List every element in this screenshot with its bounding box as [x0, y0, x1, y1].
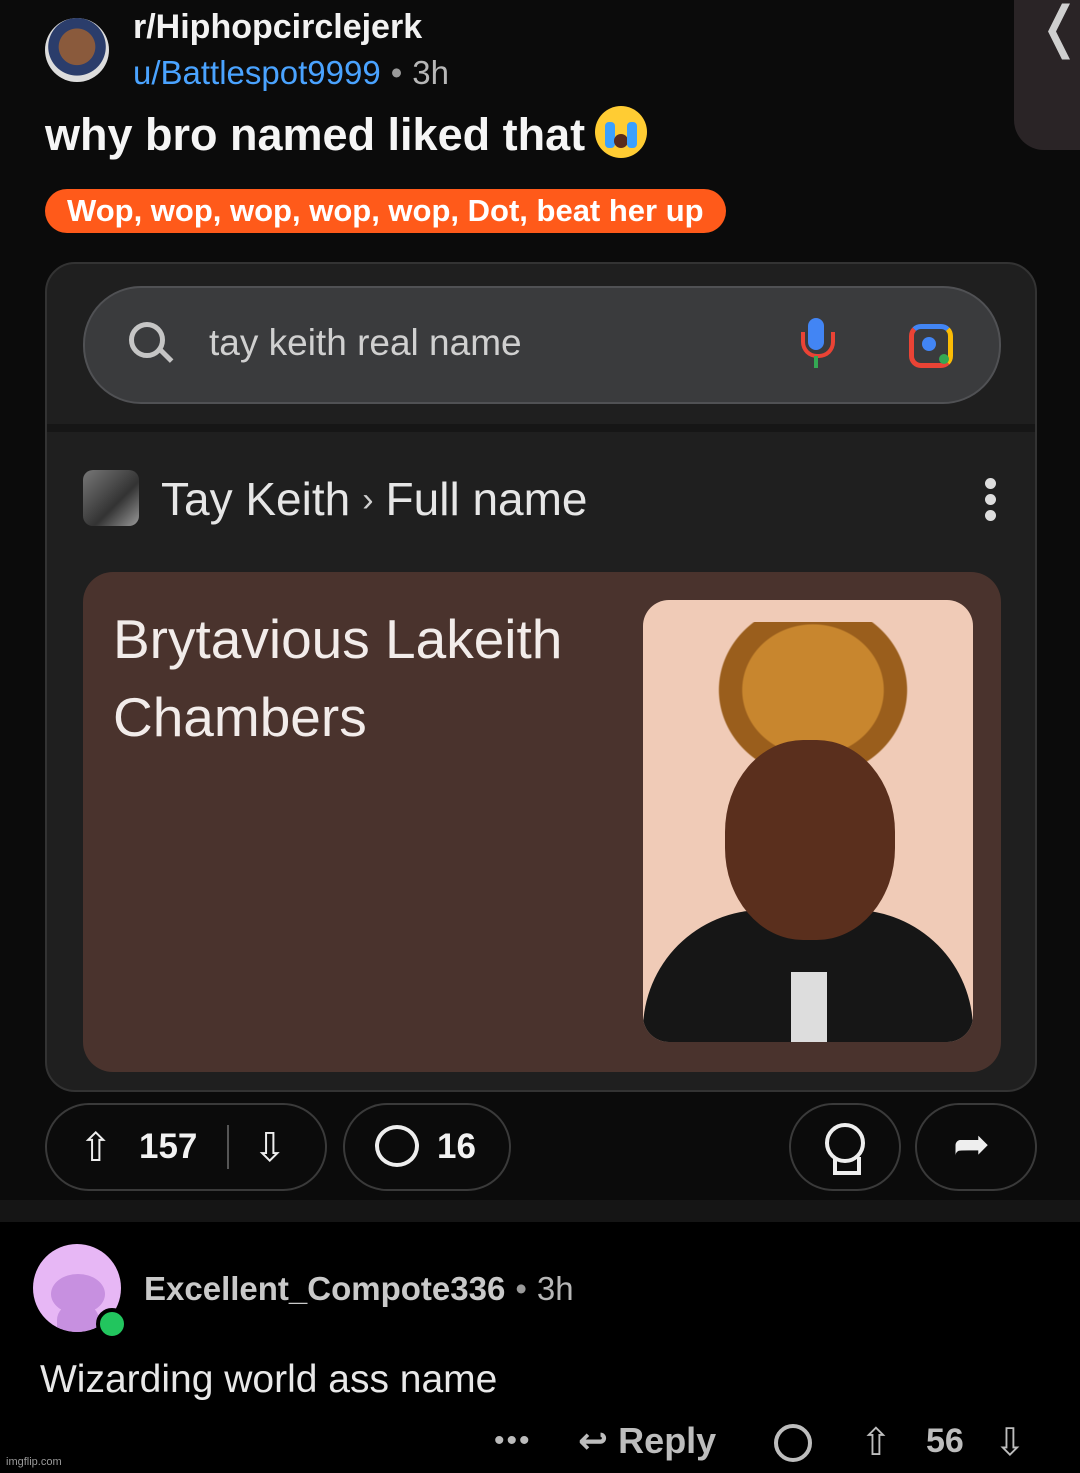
more-options-icon[interactable]: •••: [494, 1424, 532, 1458]
post-title[interactable]: why bro named liked that: [45, 106, 648, 161]
reply-arrow-icon: ↩: [578, 1420, 619, 1461]
divider: [47, 424, 1035, 432]
comment-body: Wizarding world ass name: [40, 1358, 498, 1401]
award-icon[interactable]: [774, 1424, 812, 1462]
separator-dot: •: [390, 54, 403, 91]
post-meta: u/Battlespot9999 • 3h: [133, 54, 449, 92]
search-query: tay keith real name: [209, 322, 522, 363]
post-score: 157: [139, 1127, 198, 1166]
comment-author[interactable]: Excellent_Compote336: [144, 1270, 505, 1307]
crying-face-emoji-icon: [595, 106, 648, 158]
comment-count: 16: [437, 1127, 476, 1166]
side-panel-tab[interactable]: ❬: [1014, 0, 1080, 150]
comment: Excellent_Compote336 • 3h Wizarding world …: [0, 1222, 1080, 1473]
entity-thumbnail: [83, 470, 139, 526]
more-options-icon[interactable]: [985, 478, 997, 526]
comments-button[interactable]: 16: [343, 1103, 511, 1191]
subreddit-name[interactable]: r/Hiphopcirclejerk: [133, 8, 422, 47]
comment-score: 56: [926, 1422, 964, 1460]
answer-card: Brytavious Lakeith Chambers: [83, 572, 1001, 1072]
author-avatar[interactable]: [45, 18, 109, 82]
comment-meta: Excellent_Compote336 • 3h: [144, 1270, 574, 1308]
downvote-arrow-icon[interactable]: ⇩: [253, 1125, 287, 1171]
upvote-arrow-icon[interactable]: ⇧: [860, 1420, 892, 1465]
online-status-dot: [96, 1308, 128, 1340]
section-gap: [0, 1200, 1080, 1222]
comment-action-bar: ••• ↩ Reply ⇧ 56 ⇩: [0, 1420, 1080, 1468]
microphone-icon[interactable]: [801, 318, 835, 372]
post-time: 3h: [412, 54, 449, 91]
post-card: r/Hiphopcirclejerk u/Battlespot9999 • 3h ❬…: [0, 0, 1080, 1200]
author-name[interactable]: u/Battlespot9999: [133, 54, 381, 91]
entity-attribute: Full name: [385, 473, 588, 525]
reply-label: Reply: [618, 1420, 717, 1461]
award-icon: [825, 1123, 865, 1175]
reply-button[interactable]: ↩ Reply: [578, 1420, 716, 1462]
camera-lens-icon[interactable]: [909, 324, 953, 368]
post-action-bar: ⇧ 157 ⇩ 16 ➦: [0, 1103, 1080, 1191]
post-image[interactable]: tay keith real name Tay Keith › Full name …: [45, 262, 1037, 1092]
post-title-text: why bro named liked that: [45, 109, 586, 160]
chevron-left-icon: ❬: [1036, 0, 1080, 58]
comment-time: 3h: [536, 1270, 574, 1307]
vote-control: ⇧ 157 ⇩: [45, 1103, 327, 1191]
post-flair[interactable]: Wop, wop, wop, wop, wop, Dot, beat her u…: [45, 189, 726, 233]
chevron-right-icon: ›: [362, 481, 374, 519]
downvote-arrow-icon[interactable]: ⇩: [994, 1420, 1026, 1465]
search-bar[interactable]: tay keith real name: [83, 286, 1001, 404]
separator-dot: •: [515, 1270, 527, 1307]
share-arrow-icon: ➦: [953, 1120, 990, 1169]
upvote-arrow-icon[interactable]: ⇧: [79, 1125, 113, 1171]
answer-text: Brytavious Lakeith Chambers: [113, 608, 563, 748]
watermark: imgflip.com: [6, 1456, 62, 1468]
award-button[interactable]: [789, 1103, 901, 1191]
comment-bubble-icon: [375, 1125, 419, 1167]
entity-name: Tay Keith: [161, 473, 351, 525]
vote-divider: [227, 1125, 229, 1169]
portrait-photo: [643, 600, 973, 1042]
share-button[interactable]: ➦: [915, 1103, 1037, 1191]
entity-breadcrumb: Tay Keith › Full name: [161, 472, 588, 526]
search-icon: [129, 322, 165, 358]
